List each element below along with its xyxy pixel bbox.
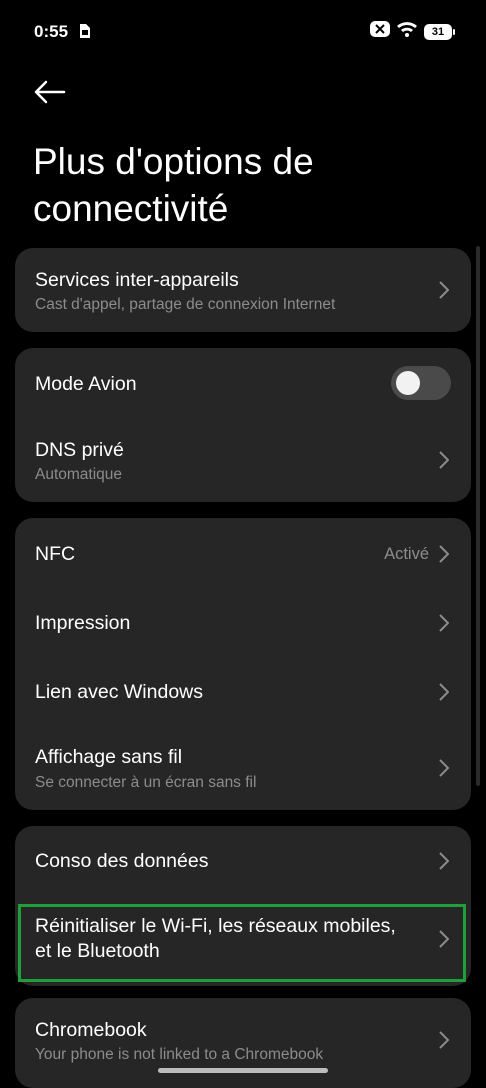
- home-indicator[interactable]: [158, 1068, 328, 1073]
- row-dns-prive[interactable]: DNS privé Automatique: [15, 418, 471, 502]
- row-subtitle: Se connecter à un écran sans fil: [35, 774, 257, 791]
- page-title: Plus d'options de connectivité: [33, 141, 314, 229]
- toggle-knob: [396, 371, 420, 395]
- settings-group-data-reset: Conso des données Réinitialiser le Wi-Fi…: [15, 826, 471, 986]
- back-arrow-icon: [34, 80, 66, 104]
- chevron-right-icon: [439, 281, 449, 299]
- scrollbar[interactable]: [476, 246, 480, 786]
- row-subtitle: Automatique: [35, 466, 123, 483]
- row-conso-des-donnees[interactable]: Conso des données: [15, 826, 471, 898]
- row-affichage-sans-fil[interactable]: Affichage sans fil Se connecter à un écr…: [15, 726, 471, 810]
- row-label: Affichage sans fil: [35, 746, 183, 768]
- settings-group-connections: NFC Activé Impression Lien avec Windows …: [15, 518, 471, 810]
- row-label: Lien avec Windows: [35, 681, 203, 703]
- row-services-inter-appareils[interactable]: Services inter-appareils Cast d'appel, p…: [15, 248, 471, 332]
- battery-icon: 31: [424, 23, 455, 40]
- row-label-line2: et le Bluetooth: [35, 940, 160, 962]
- row-label: Chromebook: [35, 1019, 147, 1041]
- row-impression[interactable]: Impression: [15, 588, 471, 657]
- settings-group-chromebook: Chromebook Your phone is not linked to a…: [15, 998, 471, 1088]
- row-label: NFC: [35, 543, 76, 565]
- notification-off-icon: [370, 21, 390, 42]
- row-nfc[interactable]: NFC Activé: [15, 518, 471, 588]
- row-label: Impression: [35, 612, 131, 634]
- row-reinitialiser-reseaux[interactable]: Réinitialiser le Wi-Fi, les réseaux mobi…: [15, 904, 471, 984]
- row-label: Conso des données: [35, 850, 209, 872]
- airplane-mode-toggle[interactable]: [391, 366, 451, 400]
- row-subtitle: Cast d'appel, partage de connexion Inter…: [35, 296, 336, 313]
- chevron-right-icon: [439, 683, 449, 701]
- wifi-icon: [396, 21, 418, 42]
- chevron-right-icon: [439, 930, 449, 948]
- sim-icon: [78, 24, 90, 38]
- settings-group-cross-device: Services inter-appareils Cast d'appel, p…: [15, 248, 471, 332]
- row-mode-avion[interactable]: Mode Avion: [15, 348, 471, 418]
- row-label-line1: Réinitialiser le Wi-Fi, les réseaux mobi…: [35, 915, 396, 937]
- chevron-right-icon: [439, 614, 449, 632]
- status-bar: 0:55 31: [0, 0, 486, 62]
- chevron-right-icon: [439, 1031, 449, 1049]
- row-label: Services inter-appareils: [35, 269, 239, 291]
- chevron-right-icon: [439, 545, 449, 563]
- row-label: DNS privé: [35, 439, 124, 461]
- settings-group-network: Mode Avion DNS privé Automatique: [15, 348, 471, 502]
- status-time: 0:55: [34, 22, 69, 41]
- chevron-right-icon: [439, 759, 449, 777]
- back-button[interactable]: [34, 76, 66, 108]
- chevron-right-icon: [439, 451, 449, 469]
- row-subtitle: Your phone is not linked to a Chromebook: [35, 1046, 324, 1063]
- nfc-status-value: Activé: [384, 545, 429, 563]
- chevron-right-icon: [439, 852, 449, 870]
- row-lien-avec-windows[interactable]: Lien avec Windows: [15, 657, 471, 726]
- row-label: Mode Avion: [35, 373, 137, 395]
